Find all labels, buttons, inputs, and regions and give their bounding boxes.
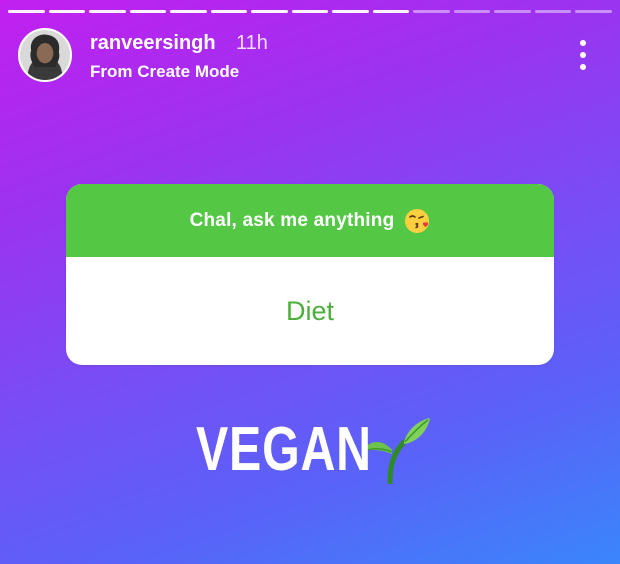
progress-segment	[575, 10, 612, 13]
progress-segment	[129, 10, 167, 13]
progress-segment	[453, 10, 491, 13]
progress-segment	[48, 10, 86, 13]
progress-segment	[534, 10, 572, 13]
question-sticker-header: Chal, ask me anything	[66, 184, 554, 257]
progress-segment	[170, 10, 207, 13]
progress-segment	[89, 10, 126, 13]
progress-segment	[494, 10, 531, 13]
post-time: 11h	[236, 32, 268, 54]
progress-segment	[251, 10, 288, 13]
username[interactable]: ranveersingh	[90, 32, 216, 55]
question-answer: Diet	[66, 257, 554, 365]
avatar[interactable]	[18, 28, 72, 82]
question-sticker[interactable]: Chal, ask me anything Diet	[66, 184, 554, 365]
progress-segment	[8, 10, 45, 13]
progress-segment	[210, 10, 248, 13]
dot	[580, 40, 586, 46]
dot	[580, 52, 586, 58]
story-progress-bar	[8, 10, 612, 14]
progress-segment	[413, 10, 450, 13]
kissing-face-icon	[404, 208, 430, 234]
progress-segment	[332, 10, 369, 13]
caption-text: VEGAN	[196, 414, 372, 484]
story-header: ranveersingh 11h From Create Mode	[18, 28, 602, 84]
story-subtitle: From Create Mode	[90, 62, 240, 81]
dot	[580, 64, 586, 70]
answer-text: Diet	[285, 295, 334, 326]
question-prompt: Chal, ask me anything	[189, 209, 395, 231]
caption-sticker: VEGAN	[196, 414, 432, 485]
more-vertical-icon[interactable]	[578, 40, 588, 70]
progress-segment	[291, 10, 329, 13]
progress-segment	[372, 10, 410, 13]
